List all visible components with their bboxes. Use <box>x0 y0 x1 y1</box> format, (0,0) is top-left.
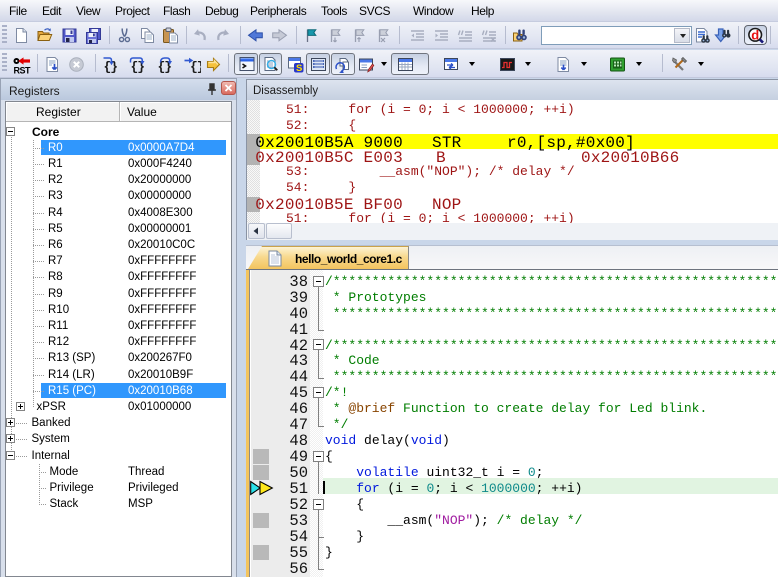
svg-text:RST: RST <box>14 66 32 75</box>
svg-text:d: d <box>751 28 759 43</box>
svg-text:{}: {} <box>190 60 201 74</box>
svg-text:S: S <box>296 63 302 73</box>
